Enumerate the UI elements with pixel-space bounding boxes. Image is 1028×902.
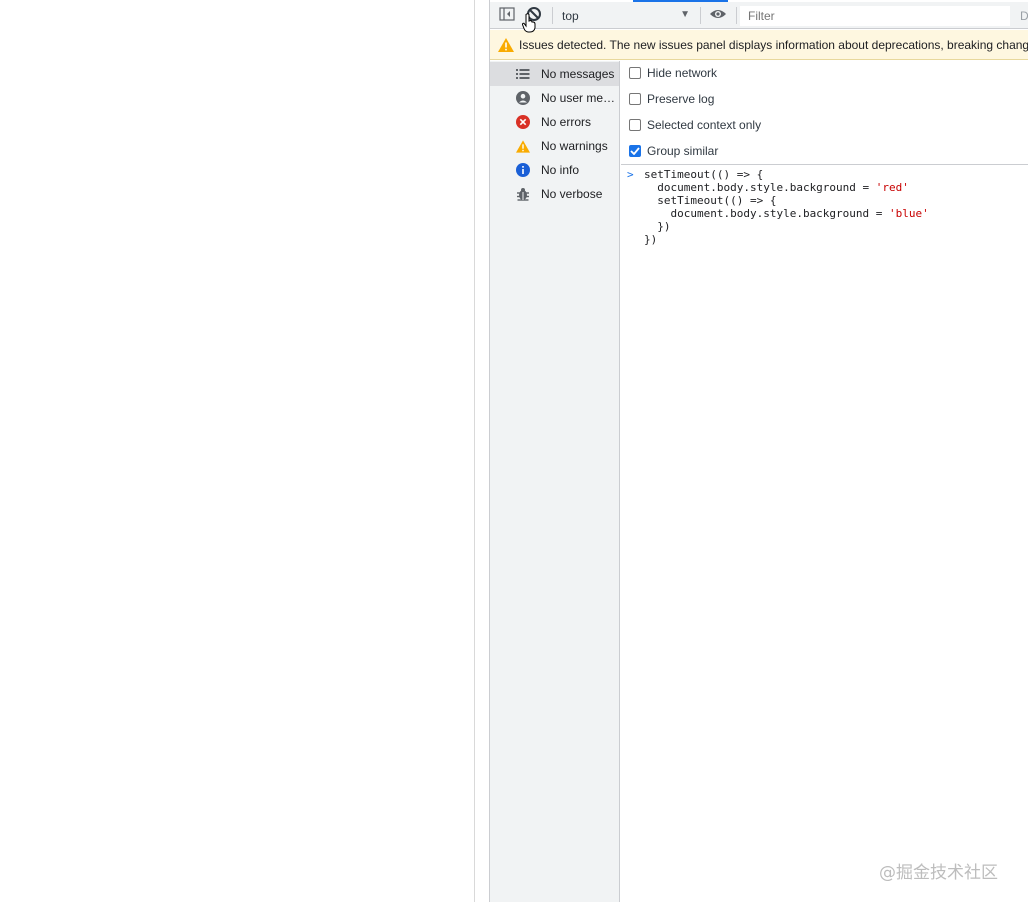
setting-label: Preserve log — [647, 92, 715, 106]
eye-icon — [709, 7, 727, 25]
live-expression-button[interactable] — [708, 6, 728, 26]
issues-banner[interactable]: Issues detected. The new issues panel di… — [490, 30, 1028, 60]
filter-input[interactable] — [740, 6, 1010, 26]
sidebar-item-verbose[interactable]: No verbose — [490, 182, 619, 206]
context-label: top — [562, 8, 579, 23]
setting-label: Hide network — [647, 66, 718, 80]
code-line: setTimeout(() => { — [644, 168, 764, 181]
toolbar-separator — [700, 7, 701, 24]
warning-icon — [498, 37, 514, 52]
selected-context-setting[interactable]: Selected context only — [629, 115, 761, 135]
sidebar-item-messages[interactable]: No messages — [490, 62, 619, 86]
hide-network-setting[interactable]: Hide network — [629, 63, 717, 83]
sidebar-toggle-icon — [499, 6, 515, 26]
watermark-text: @掘金技术社区 — [879, 863, 998, 883]
sidebar-item-info[interactable]: No info — [490, 158, 619, 182]
sidebar-item-label: No user me… — [541, 91, 616, 105]
code-string: 'red' — [875, 181, 909, 194]
sidebar-item-label: No warnings — [541, 139, 608, 153]
bug-icon — [516, 187, 530, 201]
list-icon — [516, 67, 530, 81]
setting-label: Selected context only — [647, 118, 762, 132]
preserve-log-setting[interactable]: Preserve log — [629, 89, 714, 109]
preserve-log-checkbox[interactable] — [629, 93, 641, 105]
code-line: document.body.style.background = — [644, 181, 876, 194]
console-toolbar: top ▼ D — [490, 2, 1028, 29]
code-line: }) — [644, 233, 658, 246]
info-icon — [516, 163, 530, 177]
sidebar-item-errors[interactable]: No errors — [490, 110, 619, 134]
code-line: setTimeout(() => { — [644, 194, 777, 207]
code-block: setTimeout(() => { document.body.style.b… — [644, 168, 929, 246]
toolbar-separator — [736, 7, 737, 24]
group-similar-setting[interactable]: Group similar — [629, 141, 718, 161]
sidebar-item-warnings[interactable]: No warnings — [490, 134, 619, 158]
user-icon — [516, 91, 530, 105]
checkmark-icon — [630, 147, 640, 155]
code-line: }) — [644, 220, 671, 233]
error-icon — [516, 115, 530, 129]
console-output[interactable]: > setTimeout(() => { document.body.style… — [621, 166, 1028, 902]
setting-label: Group similar — [647, 144, 719, 158]
selected-context-checkbox[interactable] — [629, 119, 641, 131]
sidebar-item-label: No messages — [541, 67, 615, 81]
context-selector[interactable]: top ▼ — [556, 5, 696, 26]
devtools-panel: top ▼ D Issues detected. The new issues … — [489, 0, 1028, 902]
code-line: document.body.style.background = — [644, 207, 890, 220]
hand-cursor-icon — [521, 13, 537, 35]
sidebar-item-label: No verbose — [541, 187, 603, 201]
inspected-page — [0, 0, 474, 902]
sidebar-item-label: No errors — [541, 115, 592, 129]
sidebar-item-label: No info — [541, 163, 580, 177]
prompt-chevron-icon: > — [627, 168, 634, 181]
console-sidebar: No messages No user me… No errors No war… — [490, 61, 620, 902]
warning-icon — [516, 139, 530, 153]
group-similar-checkbox[interactable] — [629, 145, 641, 157]
sidebar-item-user-messages[interactable]: No user me… — [490, 86, 619, 110]
dropdown-arrow-icon: ▼ — [680, 9, 690, 20]
devtools-gutter — [475, 0, 489, 902]
sidebar-toggle-button[interactable] — [497, 6, 517, 26]
console-settings-pane: Hide network Preserve log Selected conte… — [621, 61, 1028, 165]
code-string: 'blue' — [889, 207, 929, 220]
toolbar-separator — [552, 7, 553, 24]
default-levels-label[interactable]: D — [1020, 9, 1028, 23]
issues-banner-text: Issues detected. The new issues panel di… — [519, 37, 1028, 52]
hide-network-checkbox[interactable] — [629, 67, 641, 79]
